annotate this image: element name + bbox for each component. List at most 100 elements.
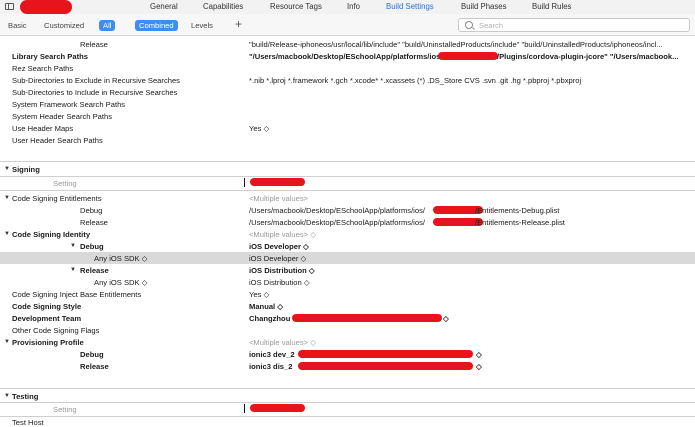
section-divider xyxy=(0,176,695,177)
section-title-signing: Signing xyxy=(12,165,40,174)
tab-capabilities[interactable]: Capabilities xyxy=(203,2,243,11)
popup-arrows-icon[interactable]: ◇ xyxy=(443,314,449,323)
settings-row[interactable]: Release ionic3 dis_2 ◇ xyxy=(0,360,695,372)
settings-row[interactable]: Debug ionic3 dev_2 ◇ xyxy=(0,348,695,360)
disclosure-triangle-icon[interactable]: ▼ xyxy=(70,267,76,273)
setting-value-continued: /Plugins/cordova-plugin-jcore" "/Users/m… xyxy=(497,52,679,61)
disclosure-triangle-icon[interactable]: ▼ xyxy=(4,231,10,237)
setting-column-header: Setting xyxy=(53,179,77,188)
setting-label: Code Signing Identity xyxy=(12,230,91,239)
section-divider xyxy=(0,402,695,403)
column-separator xyxy=(244,178,245,187)
tab-info[interactable]: Info xyxy=(347,2,360,11)
tab-resource-tags[interactable]: Resource Tags xyxy=(270,2,322,11)
settings-row[interactable]: System Header Search Paths xyxy=(0,110,695,122)
tab-build-phases[interactable]: Build Phases xyxy=(461,2,507,11)
settings-row[interactable]: Code Signing Inject Base Entitlements Ye… xyxy=(0,288,695,300)
redacted-text xyxy=(298,350,473,358)
settings-row-selected[interactable]: Any iOS SDK ◇ iOS Developer ◇ xyxy=(0,252,695,264)
settings-row[interactable]: Code Signing Style Manual ◇ xyxy=(0,300,695,312)
setting-value: <Multiple values> ◇ xyxy=(249,338,317,347)
popup-arrows-icon[interactable]: ◇ xyxy=(476,362,482,371)
filter-bar: Basic Customized All Combined Levels + S… xyxy=(0,14,695,36)
column-separator xyxy=(244,404,245,413)
redacted-text xyxy=(438,52,498,60)
setting-label: Any iOS SDK ◇ xyxy=(94,278,148,287)
settings-row[interactable]: Library Search Paths "/Users/macbook/Des… xyxy=(0,50,695,62)
settings-row[interactable]: System Framework Search Paths xyxy=(0,98,695,110)
redacted-target-name xyxy=(250,404,305,412)
customized-filter-button[interactable]: Customized xyxy=(41,20,87,31)
setting-value: Yes ◇ xyxy=(249,290,270,299)
tab-build-rules[interactable]: Build Rules xyxy=(532,2,571,11)
setting-label: System Header Search Paths xyxy=(12,112,113,121)
setting-label: Code Signing Entitlements xyxy=(12,194,102,203)
setting-value-continued: /Entitlements-Release.plist xyxy=(475,218,565,227)
disclosure-triangle-icon[interactable]: ▼ xyxy=(70,243,76,249)
setting-label: Use Header Maps xyxy=(12,124,74,133)
levels-view-button[interactable]: Levels xyxy=(188,20,216,31)
disclosure-triangle-icon[interactable]: ▼ xyxy=(4,393,10,399)
section-divider xyxy=(0,388,695,389)
setting-label: Debug xyxy=(80,242,104,251)
setting-value: ionic3 dev_2 xyxy=(249,350,295,359)
setting-value: <Multiple values> xyxy=(249,194,309,203)
disclosure-triangle-icon[interactable]: ▼ xyxy=(4,339,10,345)
setting-value: Changzhou xyxy=(249,314,291,323)
settings-row[interactable]: Rez Search Paths xyxy=(0,62,695,74)
combined-view-button[interactable]: Combined xyxy=(135,20,178,31)
settings-row[interactable]: Release /Users/macbook/Desktop/ESchoolAp… xyxy=(0,216,695,228)
sidebar-toggle-icon[interactable] xyxy=(5,3,14,10)
settings-row[interactable]: Sub-Directories to Exclude in Recursive … xyxy=(0,74,695,86)
setting-label: User Header Search Paths xyxy=(12,136,103,145)
setting-label: Release xyxy=(80,362,109,371)
setting-value-continued: /Entitlements-Debug.plist xyxy=(475,206,560,215)
settings-row[interactable]: ▼ Provisioning Profile <Multiple values>… xyxy=(0,336,695,348)
setting-label: Release xyxy=(80,266,109,275)
setting-value: *.nib *.lproj *.framework *.gch *.xcode*… xyxy=(249,76,582,85)
search-icon xyxy=(465,21,473,29)
settings-row[interactable]: ▼ Debug iOS Developer ◇ xyxy=(0,240,695,252)
setting-label: Development Team xyxy=(12,314,82,323)
setting-label: Rez Search Paths xyxy=(12,64,74,73)
setting-value: iOS Distribution ◇ xyxy=(249,278,310,287)
settings-row[interactable]: ▼ Code Signing Entitlements <Multiple va… xyxy=(0,192,695,204)
disclosure-triangle-icon[interactable]: ▼ xyxy=(4,166,10,172)
setting-label: Code Signing Style xyxy=(12,302,82,311)
settings-row[interactable]: Use Header Maps Yes ◇ xyxy=(0,122,695,134)
setting-label: Sub-Directories to Include in Recursive … xyxy=(12,88,178,97)
section-title-testing: Testing xyxy=(12,392,39,401)
setting-label: System Framework Search Paths xyxy=(12,100,126,109)
setting-value: Manual ◇ xyxy=(249,302,284,311)
tab-general[interactable]: General xyxy=(150,2,178,11)
search-field[interactable]: Search xyxy=(458,18,690,32)
disclosure-triangle-icon[interactable]: ▼ xyxy=(4,195,10,201)
setting-label: Debug xyxy=(80,206,103,215)
setting-label: Any iOS SDK ◇ xyxy=(94,254,148,263)
setting-label: Provisioning Profile xyxy=(12,338,84,347)
add-setting-button[interactable]: + xyxy=(235,17,242,31)
settings-row[interactable]: Release "build/Release-iphoneos/usr/loca… xyxy=(0,38,695,50)
all-filter-button[interactable]: All xyxy=(99,20,116,31)
settings-row[interactable]: User Header Search Paths xyxy=(0,134,695,146)
basic-filter-button[interactable]: Basic xyxy=(5,20,30,31)
settings-row[interactable]: Debug /Users/macbook/Desktop/ESchoolApp/… xyxy=(0,204,695,216)
redacted-target-name xyxy=(250,178,305,186)
settings-row[interactable]: Other Code Signing Flags xyxy=(0,324,695,336)
setting-label: Release xyxy=(80,40,108,49)
settings-row[interactable]: Development Team Changzhou ◇ xyxy=(0,312,695,324)
settings-row[interactable]: Any iOS SDK ◇ iOS Distribution ◇ xyxy=(0,276,695,288)
popup-arrows-icon[interactable]: ◇ xyxy=(476,350,482,359)
redacted-text xyxy=(292,314,442,322)
tab-build-settings[interactable]: Build Settings xyxy=(386,2,434,11)
section-divider xyxy=(0,416,695,417)
redacted-target-name xyxy=(20,0,72,14)
setting-value: iOS Distribution ◇ xyxy=(249,266,315,275)
settings-row[interactable]: Sub-Directories to Include in Recursive … xyxy=(0,86,695,98)
tab-bar: General Capabilities Resource Tags Info … xyxy=(0,0,695,14)
setting-label: Debug xyxy=(80,350,104,359)
setting-value: <Multiple values> ◇ xyxy=(249,230,317,239)
setting-label: Test Host xyxy=(12,418,44,427)
settings-row[interactable]: ▼ Code Signing Identity <Multiple values… xyxy=(0,228,695,240)
settings-row[interactable]: ▼ Release iOS Distribution ◇ xyxy=(0,264,695,276)
